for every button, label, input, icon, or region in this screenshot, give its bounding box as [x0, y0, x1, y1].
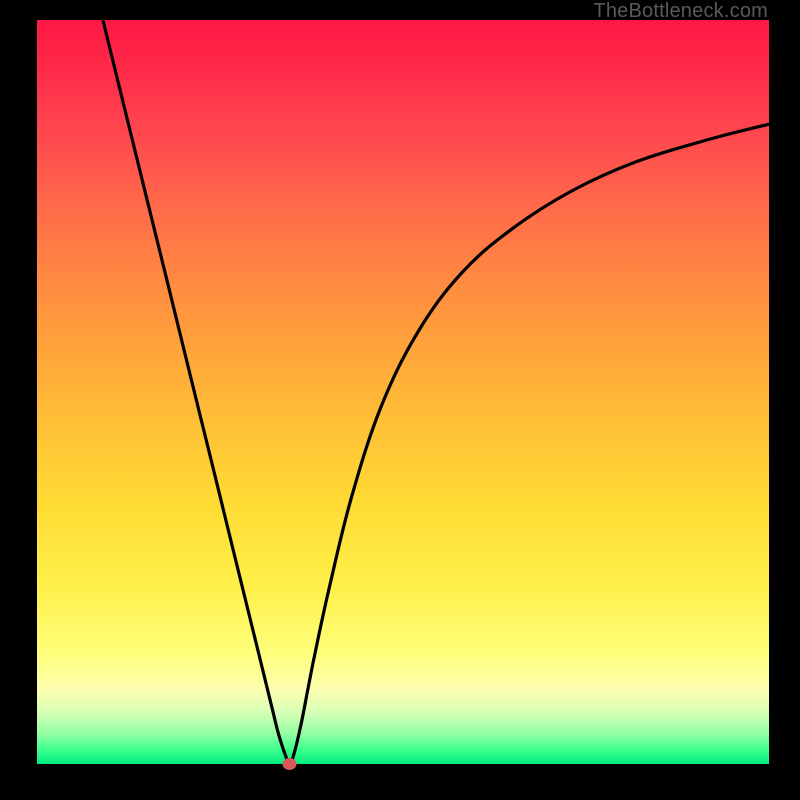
- chart-frame: TheBottleneck.com: [0, 0, 800, 800]
- bottleneck-chart: [37, 20, 769, 764]
- bottleneck-curve: [103, 20, 769, 764]
- optimum-marker: [283, 758, 297, 770]
- watermark-text: TheBottleneck.com: [593, 0, 768, 23]
- plot-area: [37, 20, 769, 764]
